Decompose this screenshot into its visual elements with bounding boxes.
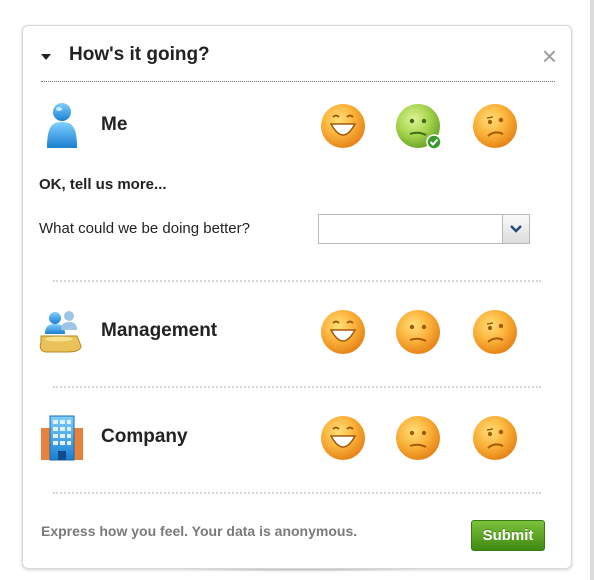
widget-title: How's it going? [69,44,210,65]
improvement-select[interactable] [318,214,530,244]
close-icon[interactable]: × [542,43,557,69]
feedback-widget: How's it going? × Me OK, tell us more...… [22,25,572,569]
section-label: Management [101,320,218,341]
sad-face-icon[interactable] [471,414,519,462]
rating-group [319,102,529,152]
caret-down-icon[interactable] [41,54,51,60]
anonymity-note: Express how you feel. Your data is anony… [41,523,358,539]
section-me: Me [37,96,557,156]
happy-face-icon[interactable] [319,102,367,150]
header-divider [41,81,555,82]
rating-group [319,414,529,464]
chevron-down-icon [510,225,522,233]
sad-face-icon[interactable] [471,308,519,356]
section-company: Company [37,408,557,468]
section-management: Management [37,302,557,362]
select-arrow[interactable] [502,215,529,243]
neutral-face-icon[interactable] [394,414,442,462]
happy-face-icon[interactable] [319,308,367,356]
widget-header: How's it going? × [41,40,557,76]
happy-face-icon[interactable] [319,414,367,462]
followup-question: What could we be doing better? [39,220,250,237]
submit-button[interactable]: Submit [471,520,545,551]
section-divider [53,386,541,388]
management-icon [39,311,82,353]
rating-group [319,308,529,358]
sad-face-icon[interactable] [471,102,519,150]
building-icon [41,415,83,461]
section-label: Company [101,426,188,447]
section-divider [53,492,541,494]
page-edge [590,0,594,580]
section-label: Me [101,114,128,135]
section-divider [53,280,541,282]
person-icon [47,103,77,148]
neutral-face-icon-selected[interactable] [394,102,442,150]
neutral-face-icon[interactable] [394,308,442,356]
followup-title: OK, tell us more... [39,176,167,193]
